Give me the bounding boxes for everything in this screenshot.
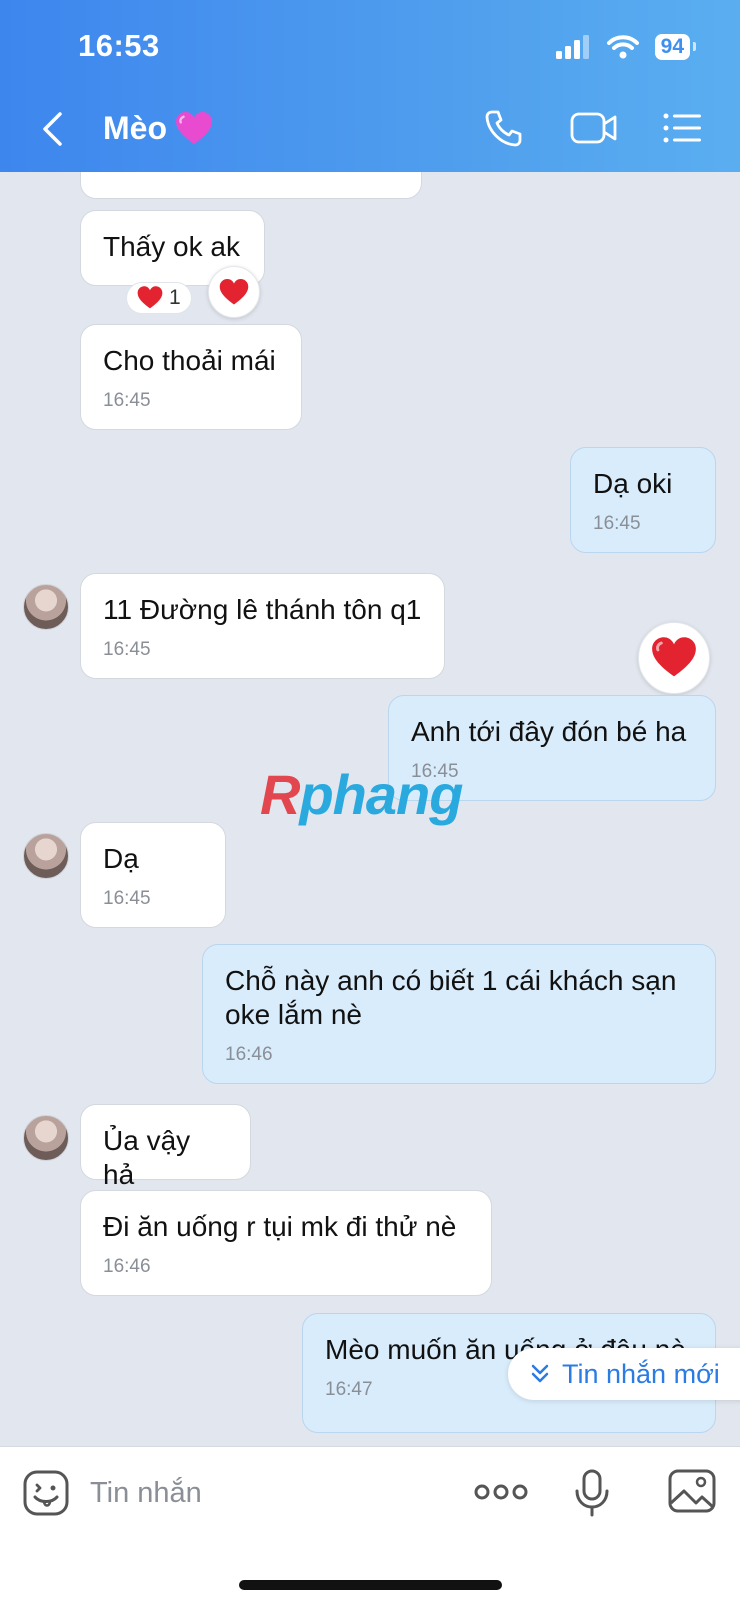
message-text: Dạ oki — [593, 468, 673, 499]
red-heart-icon — [652, 637, 696, 677]
avatar[interactable] — [23, 584, 69, 630]
message-bubble[interactable]: 11 Đường lê thánh tôn q1 16:45 — [80, 573, 445, 679]
message-text: Anh tới đây đón bé ha — [411, 716, 687, 747]
more-options-icon[interactable] — [474, 1477, 528, 1507]
reaction-summary[interactable]: 1 — [126, 282, 192, 314]
message-text: Cho thoải mái — [103, 345, 276, 376]
pink-heart-icon — [176, 111, 212, 144]
message-bubble[interactable]: Đi ăn uống r tụi mk đi thử nè 16:46 — [80, 1190, 492, 1296]
status-icons: 94 — [555, 34, 697, 60]
message-text: Thấy ok ak — [103, 231, 240, 262]
video-call-icon[interactable] — [570, 108, 618, 148]
signal-icon — [555, 35, 589, 59]
new-messages-button[interactable]: Tin nhắn mới — [508, 1348, 740, 1400]
double-chevron-down-icon — [531, 1364, 549, 1383]
message-time: 16:45 — [103, 639, 151, 660]
message-input[interactable]: Tin nhắn — [90, 1477, 202, 1510]
message-text: Chỗ này anh có biết 1 cái khách sạn oke … — [225, 965, 677, 1030]
status-time: 16:53 — [78, 28, 160, 63]
phone-call-icon[interactable] — [484, 108, 524, 148]
message-time: 16:45 — [103, 888, 151, 909]
reaction-badge[interactable] — [638, 622, 710, 694]
message-time: 16:45 — [411, 761, 459, 782]
red-heart-icon — [219, 278, 249, 304]
message-text: Đi ăn uống r tụi mk đi thử nè — [103, 1211, 457, 1242]
message-list[interactable]: Thấy ok ak 1 Cho thoải mái 16:45 Dạ oki … — [0, 172, 740, 1446]
react-button[interactable] — [208, 266, 260, 318]
sticker-emoji-icon[interactable] — [22, 1469, 70, 1517]
chat-title[interactable]: Mèo — [103, 110, 213, 147]
message-bubble-sent[interactable]: Chỗ này anh có biết 1 cái khách sạn oke … — [202, 944, 716, 1084]
message-time: 16:45 — [103, 390, 151, 411]
message-text: Ủa vậy hả — [103, 1125, 191, 1190]
new-messages-label: Tin nhắn mới — [562, 1358, 720, 1389]
message-time: 16:45 — [593, 513, 641, 534]
contact-name: Mèo — [103, 110, 167, 146]
message-bubble[interactable]: Cho thoải mái 16:45 — [80, 324, 302, 430]
microphone-icon[interactable] — [574, 1469, 610, 1519]
image-gallery-icon[interactable] — [668, 1469, 716, 1515]
menu-list-icon[interactable] — [662, 108, 702, 148]
message-bubble-sent[interactable]: Anh tới đây đón bé ha 16:45 — [388, 695, 716, 801]
home-indicator[interactable] — [239, 1580, 502, 1590]
red-heart-icon — [137, 286, 163, 309]
message-text: 11 Đường lê thánh tôn q1 — [103, 594, 422, 625]
back-arrow-icon[interactable] — [38, 110, 68, 148]
composer-bar: Tin nhắn — [0, 1446, 740, 1600]
message-time: 16:46 — [225, 1044, 273, 1065]
avatar[interactable] — [23, 833, 69, 879]
message-bubble[interactable]: Ủa vậy hả — [80, 1104, 251, 1190]
message-text: Dạ — [103, 843, 139, 874]
message-bubble-sent[interactable]: Dạ oki 16:45 — [570, 447, 716, 553]
chat-header: 16:53 94 Mèo — [0, 0, 740, 172]
wifi-icon — [606, 35, 639, 59]
message-bubble-partial[interactable] — [80, 172, 422, 199]
message-time: 16:46 — [103, 1256, 151, 1277]
reaction-count: 1 — [169, 286, 181, 309]
avatar[interactable] — [23, 1115, 69, 1161]
battery-indicator: 94 — [654, 34, 697, 60]
message-bubble[interactable]: Dạ 16:45 — [80, 822, 226, 928]
